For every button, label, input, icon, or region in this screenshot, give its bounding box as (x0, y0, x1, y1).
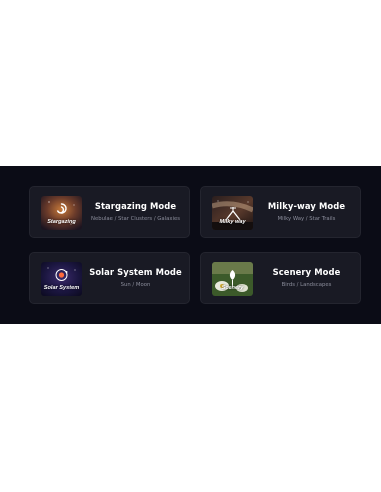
scenery-thumbnail: Scenery (212, 262, 253, 296)
scenery-mode-card[interactable]: Scenery Scenery Mode Birds / Landscapes (200, 252, 361, 304)
solar-system-mode-title: Solar System Mode (89, 267, 182, 277)
solar-system-mode-subtitle: Sun / Moon (120, 282, 151, 288)
milky-way-thumbnail-label: Milky way (219, 219, 246, 225)
scenery-mode-subtitle: Birds / Landscapes (281, 282, 332, 288)
milky-way-mode-title: Milky-way Mode (267, 201, 346, 211)
milky-way-thumbnail: Milky way (212, 196, 253, 230)
milky-way-mode-card[interactable]: Milky way Milky-way Mode Milky Way / Sta… (200, 186, 361, 238)
stargazing-thumbnail: Stargazing (41, 196, 82, 230)
stargazing-mode-subtitle: Nebulae / Star Clusters / Galaxies (90, 216, 181, 222)
solar-system-mode-card[interactable]: Solar System Solar System Mode Sun / Moo… (29, 252, 190, 304)
mode-selection-panel: Stargazing Stargazing Mode Nebulae / Sta… (0, 166, 381, 324)
stargazing-thumbnail-label: Stargazing (47, 219, 76, 225)
solar-system-thumbnail: Solar System (41, 262, 82, 296)
stargazing-mode-title: Stargazing Mode (94, 201, 177, 211)
solar-system-thumbnail-label: Solar System (43, 285, 80, 291)
scenery-mode-title: Scenery Mode (272, 267, 341, 277)
milky-way-mode-subtitle: Milky Way / Star Trails (277, 216, 336, 222)
scenery-thumbnail-label: Scenery (221, 285, 244, 291)
stargazing-mode-card[interactable]: Stargazing Stargazing Mode Nebulae / Sta… (29, 186, 190, 238)
